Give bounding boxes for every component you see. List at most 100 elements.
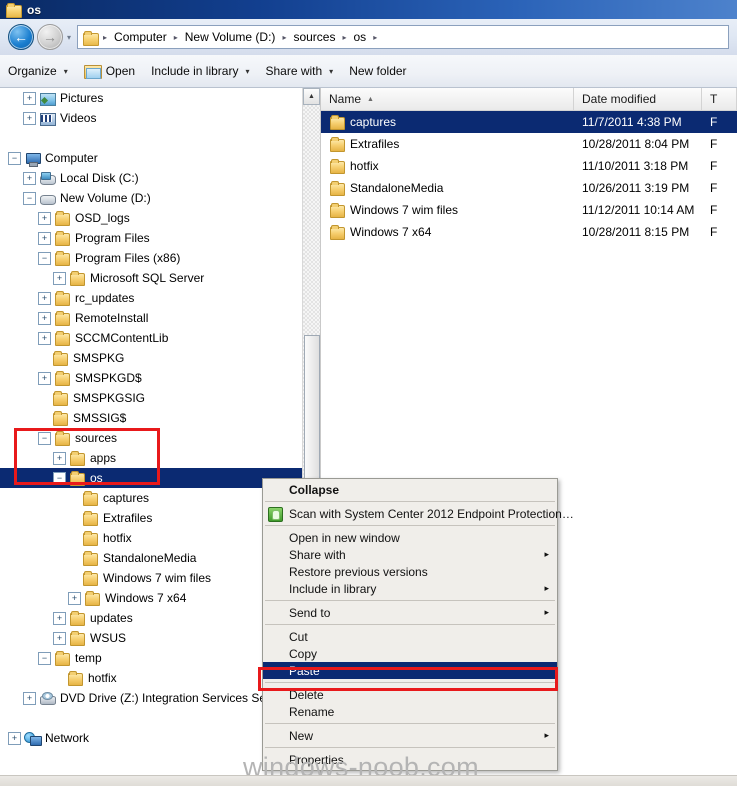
tree-item-sccmcontentlib[interactable]: + SCCMContentLib [0,328,303,348]
file-type-cell: F [710,203,718,217]
tree-expander-collapsed-icon[interactable]: + [38,231,51,245]
breadcrumb-item-os[interactable]: os [352,29,369,45]
tree-expander-collapsed-icon[interactable]: + [38,371,51,385]
toolbar-include-in-library-button[interactable]: Include in library ▾ [143,59,257,83]
tree-expander-collapsed-icon[interactable]: + [23,91,36,105]
forward-button[interactable]: → [37,24,63,50]
tree-expander-collapsed-icon[interactable]: + [53,611,66,625]
address-input[interactable]: ▸ Computer ▸ New Volume (D:) ▸ sources ▸ os ▸ [77,25,729,49]
tree-expander-collapsed-icon[interactable]: + [38,311,51,325]
tree-item-captures[interactable]: captures [0,488,303,508]
breadcrumb-item-computer[interactable]: Computer [112,29,169,45]
tree-spacer [0,128,303,148]
tree-expander-expanded-icon[interactable]: − [53,471,66,485]
tree-item-program-files[interactable]: + Program Files [0,228,303,248]
menu-item-open-in-new-window[interactable]: Open in new window [263,529,557,546]
tree-item-new-volume-d[interactable]: − New Volume (D:) [0,188,303,208]
tree-item-osd-logs[interactable]: + OSD_logs [0,208,303,228]
tree-expander-collapsed-icon[interactable]: + [23,691,36,705]
tree-expander-expanded-icon[interactable]: − [23,191,36,205]
tree-item-temp[interactable]: − temp [0,648,303,668]
tree-item-videos[interactable]: + Videos [0,108,303,128]
chevron-down-icon[interactable]: ▾ [329,67,333,76]
tree-expander-collapsed-icon[interactable]: + [68,591,81,605]
tree-item-smspkg[interactable]: SMSPKG [0,348,303,368]
tree-item-microsoft-sql-server[interactable]: + Microsoft SQL Server [0,268,303,288]
tree-item-dvd-drive-z-integration-services-setup[interactable]: + DVD Drive (Z:) Integration Services Set… [0,688,303,708]
tree-item-computer[interactable]: − Computer [0,148,303,168]
tree-item-label: Network [45,731,90,745]
tree-item-pictures[interactable]: + Pictures [0,88,303,108]
table-row[interactable]: Windows 7 wim files 11/12/2011 10:14 AM F [321,199,737,221]
menu-item-copy[interactable]: Copy [263,645,557,662]
toolbar-share-with-button[interactable]: Share with ▾ [257,59,341,83]
column-header-date-modified[interactable]: Date modified [574,88,702,110]
tree-expander-collapsed-icon[interactable]: + [38,291,51,305]
context-menu[interactable]: Collapse Scan with System Center 2012 End… [262,478,574,771]
tree-expander-collapsed-icon[interactable]: + [38,331,51,345]
menu-item-label: Scan with System Center 2012 Endpoint Pr… [289,506,574,521]
tree-expander-collapsed-icon[interactable]: + [53,451,66,465]
file-name-cell: Windows 7 wim files [321,202,574,218]
menu-item-share-with[interactable]: Share with ▸ [263,546,557,563]
column-header-name[interactable]: Name ▲ [321,88,574,110]
tree-item-smssig[interactable]: SMSSIG$ [0,408,303,428]
tree-expander-expanded-icon[interactable]: − [8,151,21,165]
menu-item-paste[interactable]: Paste [263,662,557,679]
table-row[interactable]: captures 11/7/2011 4:38 PM F [321,111,737,133]
tree-item-sources[interactable]: − sources [0,428,303,448]
menu-item-new[interactable]: New ▸ [263,727,557,744]
back-button[interactable]: ← [8,24,34,50]
menu-item-send-to[interactable]: Send to ▸ [263,604,557,621]
menu-item-restore-previous-versions[interactable]: Restore previous versions [263,563,557,580]
column-header-t[interactable]: T [702,88,737,110]
tree-item-standalonemedia[interactable]: StandaloneMedia [0,548,303,568]
tree-item-rc-updates[interactable]: + rc_updates [0,288,303,308]
menu-item-collapse[interactable]: Collapse [263,481,557,498]
tree-expander-expanded-icon[interactable]: − [38,431,51,445]
toolbar-new-folder-button[interactable]: New folder [341,59,414,83]
tree-expander-collapsed-icon[interactable]: + [38,211,51,225]
tree-expander-collapsed-icon[interactable]: + [8,731,21,745]
tree-item-windows-7-wim-files[interactable]: Windows 7 wim files [0,568,303,588]
tree-item-remoteinstall[interactable]: + RemoteInstall [0,308,303,328]
toolbar-open-button[interactable]: Open [76,59,143,83]
tree-item-smspkgsig[interactable]: SMSPKGSIG [0,388,303,408]
tree-expander-collapsed-icon[interactable]: + [23,171,36,185]
scrollbar-up-icon[interactable]: ▲ [303,88,320,105]
table-row[interactable]: hotfix 11/10/2011 3:18 PM F [321,155,737,177]
tree-expander-expanded-icon[interactable]: − [38,251,51,265]
breadcrumb-item-new-volume-d[interactable]: New Volume (D:) [183,29,278,45]
tree-item-updates[interactable]: + updates [0,608,303,628]
tree-item-hotfix[interactable]: hotfix [0,668,303,688]
toolbar-organize-button[interactable]: Organize ▾ [0,59,76,83]
chevron-down-icon[interactable]: ▾ [64,67,68,76]
tree-item-local-disk-c[interactable]: + Local Disk (C:) [0,168,303,188]
tree-expander-collapsed-icon[interactable]: + [23,111,36,125]
table-row[interactable]: Extrafiles 10/28/2011 8:04 PM F [321,133,737,155]
tree-expander-collapsed-icon[interactable]: + [53,631,66,645]
breadcrumb-item-sources[interactable]: sources [291,29,337,45]
menu-item-include-in-library[interactable]: Include in library ▸ [263,580,557,597]
tree-item-smspkgd[interactable]: + SMSPKGD$ [0,368,303,388]
menu-item-rename[interactable]: Rename [263,703,557,720]
menu-item-scan-with-system-center-2012-endpoint-pr[interactable]: Scan with System Center 2012 Endpoint Pr… [263,505,574,522]
breadcrumb-separator[interactable]: ▸ [373,33,377,42]
tree-item-extrafiles[interactable]: Extrafiles [0,508,303,528]
tree-item-network[interactable]: + Network [0,728,303,748]
tree-item-windows-7-x64[interactable]: + Windows 7 x64 [0,588,303,608]
tree-item-label: Computer [45,151,98,165]
menu-item-cut[interactable]: Cut [263,628,557,645]
table-row[interactable]: StandaloneMedia 10/26/2011 3:19 PM F [321,177,737,199]
tree-item-hotfix[interactable]: hotfix [0,528,303,548]
chevron-down-icon[interactable]: ▾ [245,67,249,76]
tree-item-program-files-x86[interactable]: − Program Files (x86) [0,248,303,268]
tree-expander-expanded-icon[interactable]: − [38,651,51,665]
menu-item-delete[interactable]: Delete [263,686,557,703]
tree-expander-collapsed-icon[interactable]: + [53,271,66,285]
tree-item-wsus[interactable]: + WSUS [0,628,303,648]
tree-item-apps[interactable]: + apps [0,448,303,468]
recent-locations-dropdown[interactable]: ▾ [67,33,71,42]
table-row[interactable]: Windows 7 x64 10/28/2011 8:15 PM F [321,221,737,243]
network-icon [24,731,42,746]
